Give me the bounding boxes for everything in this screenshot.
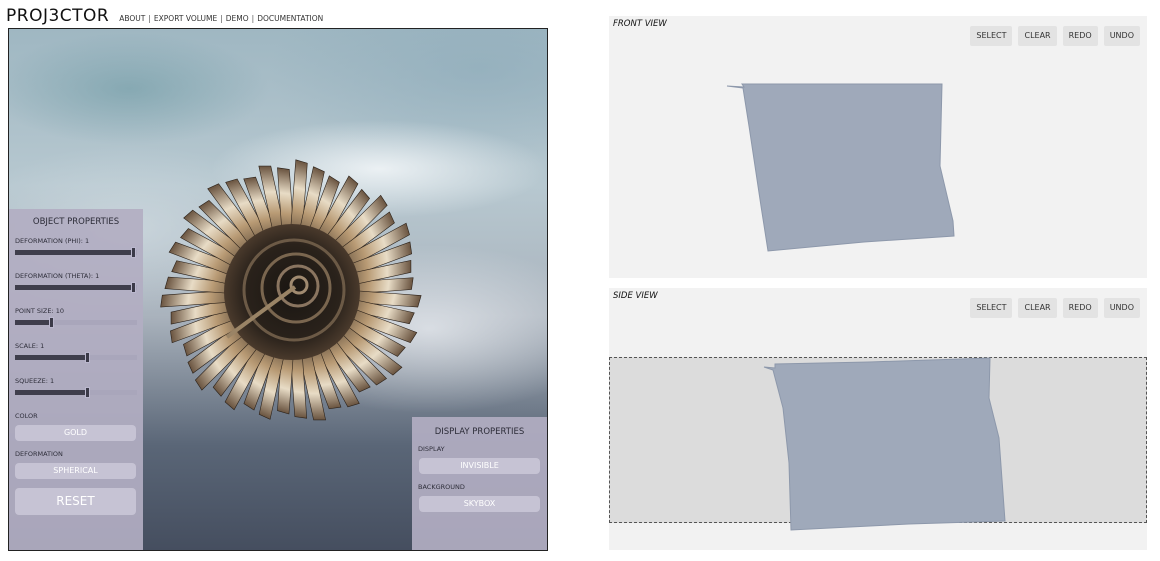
front-view-shape [726,83,955,252]
nav-separator: | [148,14,151,23]
deformation-theta-slider[interactable] [15,282,137,293]
display-select-button[interactable]: INVISIBLE [419,458,540,474]
front-view-toolbar: SELECT CLEAR REDO UNDO [970,26,1140,46]
app-root: PROJ3CTOR ABOUT | EXPORT VOLUME | DEMO |… [0,0,1160,561]
color-label: COLOR [15,412,38,420]
deformation-select-button[interactable]: SPHERICAL [15,463,136,479]
object-properties-title: OBJECT PROPERTIES [32,217,120,227]
nav-export-volume[interactable]: EXPORT VOLUME [154,12,217,26]
background-select-button[interactable]: SKYBOX [419,496,540,512]
side-undo-button[interactable]: UNDO [1103,298,1140,318]
top-nav: ABOUT | EXPORT VOLUME | DEMO | DOCUMENTA… [119,12,323,26]
side-view-title: SIDE VIEW [613,291,658,301]
nav-documentation[interactable]: DOCUMENTATION [257,12,323,26]
scale-label: SCALE: 1 [15,342,45,350]
side-view-shape [763,357,1006,531]
3d-viewport[interactable]: OBJECT PROPERTIES DEFORMATION (PHI): 1 D… [8,28,548,551]
side-select-button[interactable]: SELECT [970,298,1013,318]
nav-demo[interactable]: DEMO [226,12,249,26]
display-properties-title: DISPLAY PROPERTIES [434,427,525,437]
nav-about[interactable]: ABOUT [119,12,145,26]
deformation-label: DEFORMATION [15,450,63,458]
header: PROJ3CTOR ABOUT | EXPORT VOLUME | DEMO |… [6,4,323,26]
slider-thumb[interactable] [131,247,136,258]
deformation-theta-label: DEFORMATION (THETA): 1 [15,272,100,280]
point-size-label: POINT SIZE: 10 [15,307,64,315]
nav-separator: | [251,14,255,23]
front-select-button[interactable]: SELECT [970,26,1013,46]
front-redo-button[interactable]: REDO [1062,26,1098,46]
deformation-phi-label: DEFORMATION (PHI): 1 [15,237,90,245]
side-clear-button[interactable]: CLEAR [1018,298,1057,318]
deformation-phi-slider[interactable] [15,247,137,258]
slider-thumb[interactable] [131,282,136,293]
side-view-toolbar: SELECT CLEAR REDO UNDO [970,298,1140,318]
point-size-slider[interactable] [15,317,137,328]
reset-button[interactable]: RESET [15,488,136,515]
background-label: BACKGROUND [418,483,465,491]
front-clear-button[interactable]: CLEAR [1018,26,1057,46]
slider-thumb[interactable] [85,387,90,398]
squeeze-label: SQUEEZE: 1 [15,377,55,385]
display-label: DISPLAY [418,445,445,453]
sculpture-render [160,159,422,421]
slider-thumb[interactable] [85,352,90,363]
side-view-canvas[interactable]: SIDE VIEW SELECT CLEAR REDO UNDO [609,288,1147,550]
front-view-canvas[interactable]: FRONT VIEW SELECT CLEAR REDO UNDO [609,16,1147,278]
side-redo-button[interactable]: REDO [1062,298,1098,318]
front-view-title: FRONT VIEW [613,19,667,29]
app-logo[interactable]: PROJ3CTOR [6,6,109,26]
object-properties-panel: OBJECT PROPERTIES DEFORMATION (PHI): 1 D… [9,209,143,550]
squeeze-slider[interactable] [15,387,137,398]
color-select-button[interactable]: GOLD [15,425,136,441]
scale-slider[interactable] [15,352,137,363]
front-undo-button[interactable]: UNDO [1103,26,1140,46]
nav-separator: | [220,14,223,23]
display-properties-panel: DISPLAY PROPERTIES DISPLAY INVISIBLE BAC… [412,417,547,550]
slider-thumb[interactable] [49,317,54,328]
